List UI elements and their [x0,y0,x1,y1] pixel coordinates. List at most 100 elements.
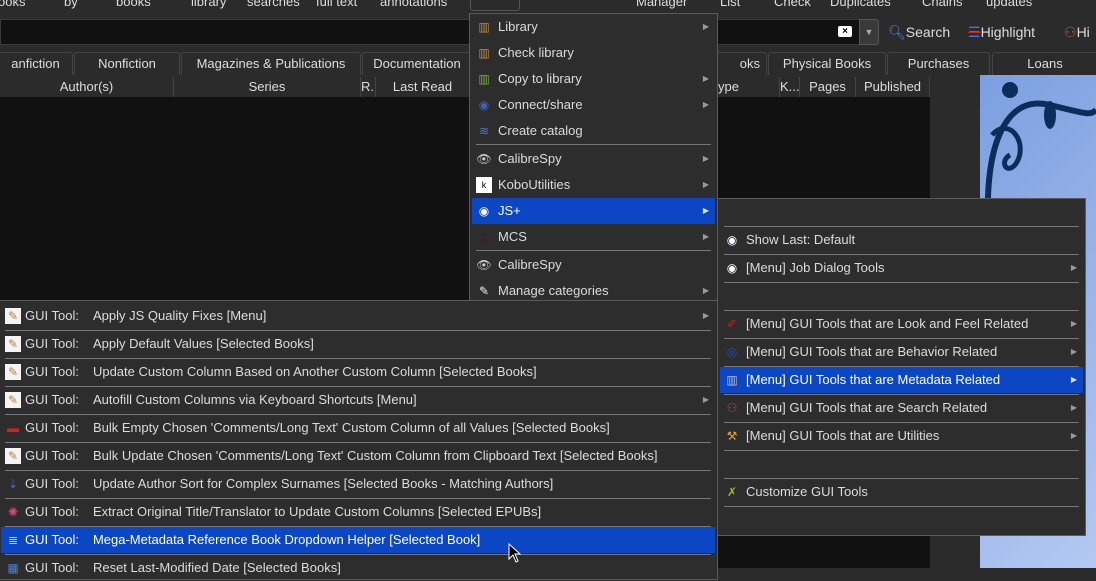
menu-item-label: [Menu] GUI Tools that are Utilities [746,428,940,443]
menu-item[interactable]: ◎ [Menu] GUI Tools that are Behavior Rela… [720,339,1083,365]
search-history-dropdown[interactable]: ▼ [859,19,879,45]
column-header[interactable]: K... [780,77,800,97]
menu-item[interactable]: k KoboUtilities ▶ [472,172,715,198]
menu-item[interactable]: ≋ Create catalog [472,118,715,144]
search-button[interactable]: 🔍︎Search [888,24,950,41]
menu-item[interactable]: ✎ GUI Tool: Apply JS Quality Fixes [Menu] ▶ [1,303,715,329]
menu-item[interactable]: ▦ GUI Tool: Reset Last-Modified Date [Sele… [1,555,715,581]
toolbar-item[interactable]: Duplicates [830,0,891,9]
color-wheel-icon: ✺ [7,505,19,519]
connect-icon: ◉ [478,98,490,112]
menu-item[interactable]: ▮ MCS ▶ [472,224,715,250]
menu-item[interactable]: ⚇ [Menu] GUI Tools that are Search Relate… [720,395,1083,421]
toolbar-item[interactable]: by [64,0,78,9]
menu-item-label: [Menu] GUI Tools that are Behavior Relat… [746,344,998,359]
menu-item[interactable]: ▥ [Menu] GUI Tools that are Metadata Rela… [720,367,1083,393]
menu-item-label: Autofill Custom Columns via Keyboard Sho… [92,392,417,407]
menu-item[interactable]: ✺ GUI Tool: Extract Original Title/Transla… [1,499,715,525]
menu-item[interactable]: ✎ GUI Tool: Bulk Update Chosen 'Comments/L… [1,443,715,469]
menu-item-label: Bulk Empty Chosen 'Comments/Long Text' C… [92,420,610,435]
tab[interactable]: Magazines & Publications [181,52,361,75]
menu-item[interactable]: 👁︎ CalibreSpy ▶ [472,146,715,172]
toolbar-button-frame[interactable] [470,0,520,11]
menu-item[interactable]: ◉ JS+ ▶ [472,198,715,224]
tab[interactable]: Loans [992,52,1096,75]
menu-item[interactable]: ⚒ [Menu] GUI Tools that are Utilities ▶ [720,423,1083,449]
menu-item[interactable]: ▥ Copy to library ▶ [472,66,715,92]
submenu-arrow-icon: ▶ [1070,347,1077,356]
toolbar-item[interactable]: updates [986,0,1032,9]
menu-item[interactable]: ◉ [Menu] Job Dialog Tools ▶ [720,255,1083,281]
menu-separator [724,422,1079,423]
toolbar-item[interactable]: annotations [380,0,447,9]
binoculars-icon: ⚇ [1064,24,1077,40]
menu-item-label: Manage categories [498,283,609,298]
column-header[interactable]: Published [856,77,930,97]
behavior-icon: ◎ [726,345,738,359]
menu-item[interactable]: ⇣ GUI Tool: Update Author Sort for Complex… [1,471,715,497]
pencil-icon: ✎ [5,336,21,352]
column-header[interactable]: R... [361,77,376,97]
menu-item[interactable]: ≣ GUI Tool: Mega-Metadata Reference Book D… [1,527,715,553]
toolbar-item[interactable]: Chains [922,0,962,9]
menu-item[interactable]: ◉ Connect/share ▶ [472,92,715,118]
submenu-arrow-icon: ▶ [1070,403,1077,412]
menu-separator [724,338,1079,339]
main-menu: ▥ Library ▶ ▥ Check library ▥ Copy to library ▶… [469,13,718,302]
menu-item[interactable]: 👁︎ CalibreSpy [472,252,715,278]
toolbar-item[interactable]: books [116,0,151,9]
toolbar-item[interactable]: List [720,0,740,9]
menu-item[interactable]: ▥ Library ▶ [472,14,715,40]
column-header[interactable]: Pages [800,77,856,97]
dropdown-icon: ≣ [7,533,19,547]
jsplus-submenu: ◉ Show Last: Default ◉ [Menu] Job Dialog To… [717,198,1086,536]
gui-tool-prefix: GUI Tool: [25,504,79,519]
toolbar-item[interactable]: searches [247,0,300,9]
spy-icon: 👁︎ [476,258,492,272]
menu-separator [724,310,1079,311]
column-icon: ▥ [726,373,738,387]
menu-item[interactable]: ✗ Customize GUI Tools [720,479,1083,505]
tab[interactable]: anfiction [0,52,73,75]
customize-icon: ✗ [726,485,738,499]
tab[interactable]: Documentation [362,52,472,75]
column-header[interactable]: Author(s) [0,77,174,97]
menu-item-label: Customize GUI Tools [746,484,868,499]
search-icon: 🔍︎ [888,24,906,40]
pencil-icon: ✎ [5,392,21,408]
toolbar-item[interactable]: library [191,0,226,9]
column-header[interactable]: Last Read [376,77,470,97]
column-header[interactable]: Series [174,77,361,97]
tab[interactable]: Physical Books [768,52,886,75]
eye-icon: ◉ [478,204,490,218]
search-input[interactable] [0,19,860,45]
menu-item[interactable]: ✎ GUI Tool: Autofill Custom Columns via Ke… [1,387,715,413]
menu-item[interactable]: ▬ GUI Tool: Bulk Empty Chosen 'Comments/Lo… [1,415,715,441]
menu-item-label: Update Author Sort for Complex Surnames … [92,476,554,491]
submenu-arrow-icon: ▶ [702,180,709,189]
gui-tool-prefix: GUI Tool: [25,420,79,435]
menu-item[interactable]: ✐ [Menu] GUI Tools that are Look and Feel… [720,311,1083,337]
clear-x-icon[interactable]: × [838,26,852,37]
menu-separator [724,254,1079,255]
submenu-arrow-icon: ▶ [702,395,709,404]
toolbar-item[interactable]: Manager [636,0,687,9]
submenu-arrow-icon: ▶ [702,154,709,163]
hi-button[interactable]: ⚇Hi [1064,24,1090,41]
gui-tool-prefix: GUI Tool: [25,476,79,491]
menu-item-label: CalibreSpy [498,257,562,272]
tab[interactable]: Purchases [887,52,990,75]
menu-item[interactable]: ▥ Check library [472,40,715,66]
highlight-button[interactable]: ☰Highlight [968,24,1035,41]
toolbar-item[interactable]: full text [316,0,357,9]
menu-item[interactable]: ✎ GUI Tool: Apply Default Values [Selected… [1,331,715,357]
menu-item-label: Show Last: Default [746,232,856,247]
toolbar-item[interactable]: ooks [0,0,25,9]
kobo-icon: k [476,177,492,193]
menu-item[interactable]: ✎ GUI Tool: Update Custom Column Based on … [1,359,715,385]
binoculars-icon: ⚇ [726,401,738,415]
submenu-arrow-icon: ▶ [702,100,709,109]
toolbar-item[interactable]: Check [774,0,811,9]
menu-item[interactable]: ◉ Show Last: Default [720,227,1083,253]
tab[interactable]: Nonfiction [74,52,180,75]
